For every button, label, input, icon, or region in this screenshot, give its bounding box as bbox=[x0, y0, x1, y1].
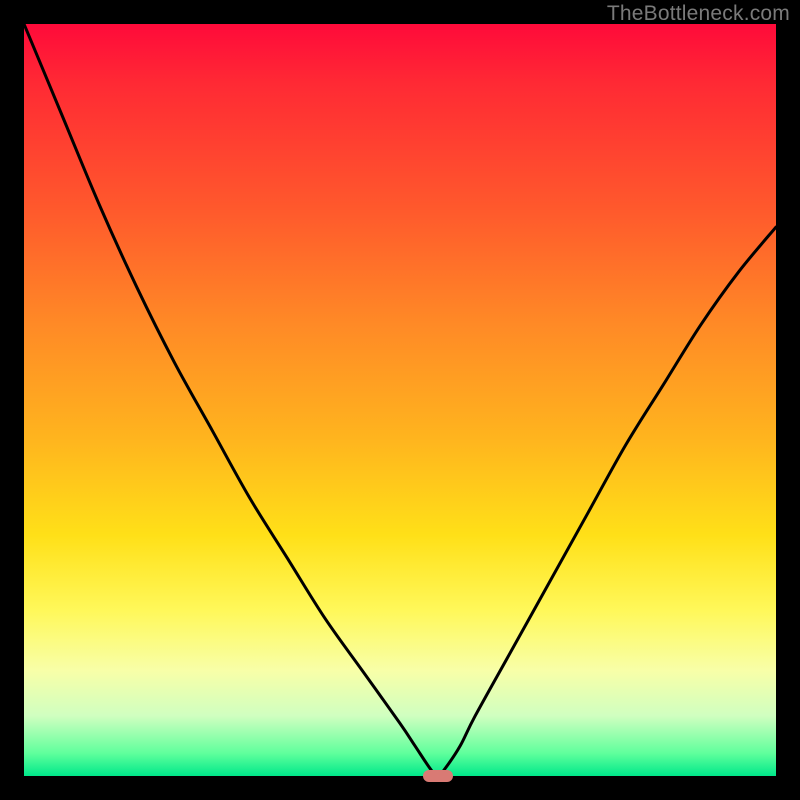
chart-frame: TheBottleneck.com bbox=[0, 0, 800, 800]
optimal-marker bbox=[423, 770, 453, 782]
bottleneck-curve bbox=[24, 24, 776, 776]
attribution-text: TheBottleneck.com bbox=[607, 2, 790, 26]
chart-plot-area bbox=[24, 24, 776, 776]
curve-path bbox=[24, 24, 776, 776]
